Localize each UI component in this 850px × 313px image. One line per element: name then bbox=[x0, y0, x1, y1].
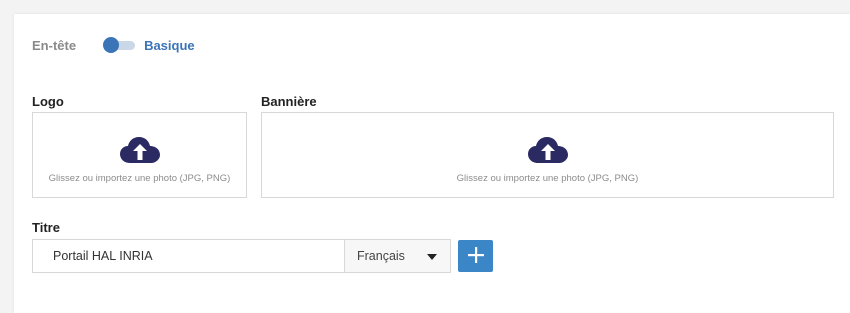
title-input[interactable] bbox=[32, 239, 345, 273]
banner-dropzone[interactable]: Glissez ou importez une photo (JPG, PNG) bbox=[261, 112, 834, 198]
banner-dropzone-hint: Glissez ou importez une photo (JPG, PNG) bbox=[456, 173, 639, 184]
title-label: Titre bbox=[32, 220, 60, 235]
logo-dropzone[interactable]: Glissez ou importez une photo (JPG, PNG) bbox=[32, 112, 247, 198]
language-select[interactable]: Français bbox=[344, 239, 451, 273]
toggle-knob bbox=[103, 37, 120, 53]
cloud-upload-icon bbox=[119, 137, 160, 168]
header-settings-panel: En-tête Basique Logo Glissez ou importez… bbox=[14, 14, 850, 313]
logo-label: Logo bbox=[32, 94, 64, 109]
add-title-translation-button[interactable] bbox=[458, 240, 493, 272]
header-mode-label: En-tête bbox=[32, 37, 77, 53]
header-mode-row: En-tête Basique bbox=[32, 34, 195, 56]
toggle-state-label: Basique bbox=[144, 37, 195, 53]
caret-down-icon bbox=[427, 254, 437, 260]
logo-dropzone-hint: Glissez ou importez une photo (JPG, PNG) bbox=[48, 173, 231, 184]
plus-icon bbox=[467, 246, 484, 266]
language-select-value: Français bbox=[357, 249, 405, 263]
cloud-upload-icon bbox=[527, 137, 568, 168]
header-mode-toggle[interactable] bbox=[103, 37, 137, 53]
banner-label: Bannière bbox=[261, 94, 317, 109]
